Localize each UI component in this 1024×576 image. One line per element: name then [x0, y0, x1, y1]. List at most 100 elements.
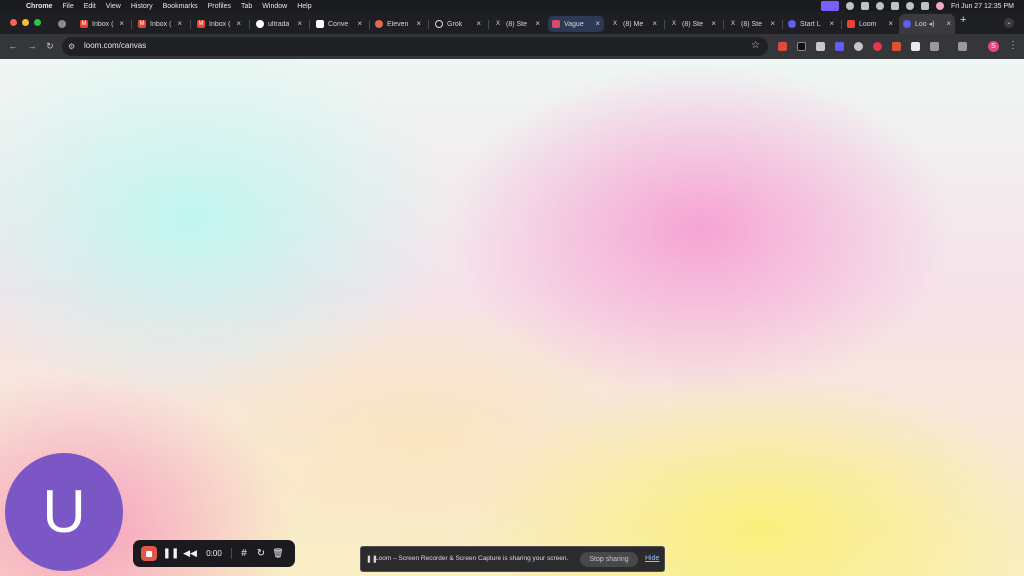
github-icon [256, 20, 264, 28]
delete-recording-button[interactable]: 🗑 [271, 546, 285, 561]
pause-icon[interactable] [860, 2, 869, 10]
tab-inbox-2[interactable]: M Inbox ( × [134, 16, 186, 32]
x-icon: X [730, 21, 735, 27]
tab-elevenlabs[interactable]: Eleven × [371, 16, 425, 32]
menu-help[interactable]: Help [297, 3, 311, 10]
extension-icon-7[interactable] [892, 42, 901, 51]
close-tab-icon[interactable]: × [652, 19, 657, 28]
tab-github[interactable]: ultrada × [252, 16, 306, 32]
tab-label: Start L [800, 20, 821, 28]
close-tab-icon[interactable]: × [357, 19, 362, 28]
pause-recording-button[interactable]: ❚❚ [162, 546, 180, 561]
close-tab-icon[interactable]: × [297, 19, 302, 28]
menu-tab[interactable]: Tab [241, 3, 252, 10]
chrome-icon [58, 20, 66, 28]
close-tab-icon[interactable]: × [476, 19, 481, 28]
tab-loom-current[interactable]: Loo ◂) × [899, 14, 955, 34]
extension-icon-1[interactable] [778, 42, 787, 51]
tab-x-2[interactable]: X (8) Me × [607, 16, 661, 32]
tab-grok[interactable]: Grok × [431, 16, 485, 32]
site-info-icon[interactable]: ⚙ [68, 42, 77, 51]
close-tab-icon[interactable]: × [595, 19, 600, 28]
tab-conversation[interactable]: Conve × [312, 16, 366, 32]
focus-icon[interactable] [845, 2, 854, 10]
tab-x-4[interactable]: X (8) Ste × [725, 16, 779, 32]
tab-inbox-1[interactable]: M Inbox ( × [76, 16, 128, 32]
tab-x-1[interactable]: X (8) Ste × [490, 16, 544, 32]
tab-loom-mail[interactable]: Loom × [843, 16, 897, 32]
stop-sharing-button[interactable]: Stop sharing [580, 552, 638, 567]
wifi-icon[interactable] [890, 2, 899, 10]
stop-recording-button[interactable] [141, 546, 157, 561]
extension-icon-3[interactable] [816, 42, 825, 51]
menu-bookmarks[interactable]: Bookmarks [163, 3, 198, 10]
tab-label: Loo [915, 20, 927, 28]
audio-playing-icon[interactable]: ◂) [929, 20, 935, 28]
screen-recording-icon[interactable] [820, 1, 839, 11]
tab-pinned[interactable] [54, 16, 72, 32]
menu-view[interactable]: View [106, 3, 121, 10]
close-tab-icon[interactable]: × [236, 19, 241, 28]
tab-vague-hovered[interactable]: Vague × [548, 16, 604, 32]
camera-bubble-avatar[interactable]: U [5, 453, 123, 571]
tab-label: Inbox ( [92, 20, 114, 28]
tab-separator [488, 20, 489, 29]
profile-avatar[interactable]: S [988, 41, 999, 52]
extension-icon-6[interactable] [873, 42, 882, 51]
extension-icon-8[interactable] [911, 42, 920, 51]
extension-icon-2[interactable] [797, 42, 806, 51]
apple-icon[interactable] [10, 2, 18, 10]
loom-mail-icon [847, 20, 855, 28]
close-tab-icon[interactable]: × [535, 19, 540, 28]
zoom-window-icon[interactable] [34, 19, 41, 26]
close-tab-icon[interactable]: × [770, 19, 775, 28]
menu-edit[interactable]: Edit [84, 3, 96, 10]
tab-label: (8) Ste [741, 20, 763, 28]
tab-inbox-3[interactable]: M Inbox ( × [193, 16, 245, 32]
close-tab-icon[interactable]: × [177, 19, 182, 28]
menu-app-name[interactable]: Chrome [26, 3, 52, 10]
siri-icon[interactable] [935, 2, 944, 10]
tab-start-loom[interactable]: Start L × [784, 16, 838, 32]
browser-toolbar: ← → ↻ ⚙ loom.com/canvas ☆ S ⋮ [0, 34, 1024, 59]
menu-history[interactable]: History [131, 3, 153, 10]
menu-window[interactable]: Window [262, 3, 287, 10]
side-panel-icon[interactable] [958, 42, 967, 51]
back-icon[interactable]: ← [8, 41, 18, 51]
bookmark-star-icon[interactable]: ☆ [751, 40, 760, 51]
close-window-icon[interactable] [10, 19, 17, 26]
close-tab-icon[interactable]: × [946, 19, 951, 28]
clock[interactable]: Fri Jun 27 12:35 PM [951, 3, 1014, 10]
minimize-window-icon[interactable] [22, 19, 29, 26]
pause-icon: ❚❚ [162, 548, 180, 559]
rewind-button[interactable]: ◀◀ [183, 546, 197, 561]
status-area: Fri Jun 27 12:35 PM [820, 0, 1014, 12]
menu-kebab-icon[interactable]: ⋮ [1008, 40, 1018, 51]
grid-button[interactable]: # [237, 546, 251, 561]
close-tab-icon[interactable]: × [711, 19, 716, 28]
tab-x-3[interactable]: X (8) Ste × [666, 16, 720, 32]
user-icon[interactable] [875, 2, 884, 10]
extension-icon-4[interactable] [835, 42, 844, 51]
extensions-puzzle-icon[interactable] [930, 42, 939, 51]
x-icon: X [612, 21, 617, 27]
close-tab-icon[interactable]: × [119, 19, 124, 28]
close-tab-icon[interactable]: × [888, 19, 893, 28]
menu-profiles[interactable]: Profiles [208, 3, 231, 10]
menu-file[interactable]: File [62, 3, 73, 10]
close-tab-icon[interactable]: × [416, 19, 421, 28]
control-center-icon[interactable] [920, 2, 929, 10]
tab-label: Inbox ( [150, 20, 172, 28]
address-bar[interactable]: ⚙ loom.com/canvas ☆ [62, 37, 768, 56]
reload-icon[interactable]: ↻ [45, 41, 55, 51]
forward-icon[interactable]: → [27, 41, 37, 51]
url-text[interactable]: loom.com/canvas [84, 41, 146, 50]
close-tab-icon[interactable]: × [829, 19, 834, 28]
tab-label: (8) Me [623, 20, 644, 28]
new-tab-button[interactable]: + [960, 14, 966, 26]
search-icon[interactable] [905, 2, 914, 10]
tab-search-icon[interactable]: ⌄ [1004, 18, 1014, 28]
hide-banner-link[interactable]: Hide [645, 555, 659, 562]
extension-icon-5[interactable] [854, 42, 863, 51]
restart-button[interactable]: ↻ [254, 546, 268, 561]
